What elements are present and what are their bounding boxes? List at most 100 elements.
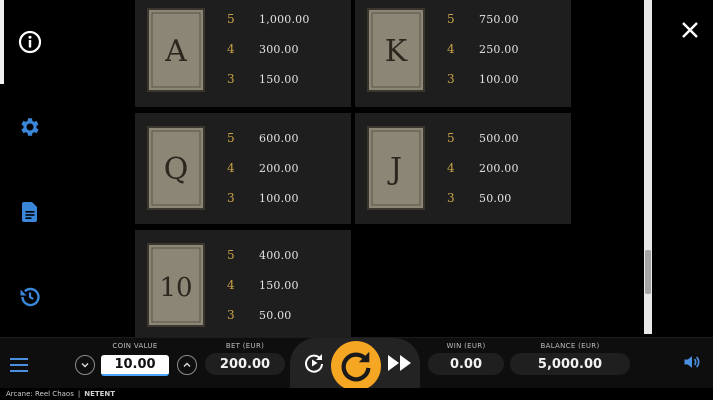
rules-button[interactable]: [14, 196, 46, 228]
pay-row: 5 500.00: [447, 130, 519, 146]
win-label: WIN (EUR): [446, 342, 486, 350]
spin-icon: [341, 351, 371, 382]
speaker-icon: [684, 356, 700, 368]
pay-row: 3 100.00: [227, 190, 299, 206]
pay-count: 3: [447, 191, 455, 205]
footer: Arcane: Reel Chaos | NETENT: [0, 388, 713, 400]
pay-count: 5: [227, 131, 235, 145]
pay-value: 50.00: [259, 308, 292, 322]
pay-count: 3: [227, 308, 235, 322]
hamburger-icon: [10, 358, 28, 372]
pay-value: 1,000.00: [259, 12, 310, 26]
pay-row: 5 750.00: [447, 11, 519, 27]
paytable-card-k: K 5 750.00 4 250.00 3 100.00: [355, 0, 571, 107]
pay-value: 50.00: [479, 191, 512, 205]
pay-count: 3: [447, 72, 455, 86]
brand-name: NETENT: [84, 390, 116, 398]
game-name: Arcane: Reel Chaos: [6, 390, 74, 398]
balance-label: BALANCE (EUR): [540, 342, 600, 350]
sidebar: [0, 0, 60, 340]
pay-value: 250.00: [479, 42, 519, 56]
history-button[interactable]: [14, 281, 46, 313]
chevron-down-icon: [81, 363, 89, 368]
gear-icon: [21, 118, 39, 136]
pay-value: 400.00: [259, 248, 299, 262]
document-icon: [22, 202, 37, 222]
pay-row: 5 600.00: [227, 130, 299, 146]
symbol-j-icon: J: [367, 126, 425, 210]
paytable-card-j: J 5 500.00 4 200.00 3 50.00: [355, 113, 571, 224]
history-icon: [20, 287, 40, 307]
close-button[interactable]: [678, 18, 702, 42]
pay-value: 150.00: [259, 278, 299, 292]
symbol-letter: J: [387, 152, 402, 187]
symbol-letter: A: [164, 34, 187, 69]
pay-count: 3: [227, 72, 235, 86]
paytable-card-q: Q 5 600.00 4 200.00 3 100.00: [135, 113, 351, 224]
menu-button[interactable]: [10, 357, 28, 372]
pay-count: 4: [447, 161, 455, 175]
bet-label: BET (EUR): [225, 342, 265, 350]
pay-value: 750.00: [479, 12, 519, 26]
pay-count: 4: [227, 278, 235, 292]
pay-value: 100.00: [259, 191, 299, 205]
symbol-k-icon: K: [367, 8, 425, 92]
spin-button[interactable]: [331, 341, 381, 391]
paytable-card-a: A 5 1,000.00 4 300.00 3 150.00: [135, 0, 351, 107]
coin-value-label: COIN VALUE: [112, 342, 158, 350]
pay-count: 4: [447, 42, 455, 56]
pay-row: 4 200.00: [227, 160, 299, 176]
pay-value: 100.00: [479, 72, 519, 86]
symbol-q-icon: Q: [147, 126, 205, 210]
coin-increase-button[interactable]: [177, 355, 197, 375]
symbol-letter: K: [385, 34, 408, 69]
pay-row: 4 150.00: [227, 277, 299, 293]
autoplay-button[interactable]: [300, 349, 328, 377]
pay-count: 5: [227, 12, 235, 26]
symbol-letter: 10: [159, 273, 192, 303]
coin-value-input[interactable]: 10.00: [101, 355, 169, 376]
pay-value: 300.00: [259, 42, 299, 56]
pay-row: 5 1,000.00: [227, 11, 310, 27]
info-icon: [18, 30, 42, 54]
symbol-letter: Q: [164, 152, 189, 187]
turbo-button[interactable]: [386, 349, 414, 377]
pay-row: 3 50.00: [227, 307, 292, 323]
pay-count: 4: [227, 161, 235, 175]
pay-row: 4 200.00: [447, 160, 519, 176]
pay-row: 3 100.00: [447, 71, 519, 87]
pay-count: 3: [227, 191, 235, 205]
paytable-card-10: 10 5 400.00 4 150.00 3 50.00: [135, 230, 351, 340]
pay-value: 200.00: [259, 161, 299, 175]
pay-value: 200.00: [479, 161, 519, 175]
autoplay-icon: [305, 354, 323, 373]
control-bar: COIN VALUE 10.00 BET (EUR) 200.00 WIN (E…: [0, 337, 713, 391]
symbol-10-icon: 10: [147, 243, 205, 327]
pay-count: 4: [227, 42, 235, 56]
bet-value[interactable]: 200.00: [205, 353, 285, 375]
pay-count: 5: [447, 131, 455, 145]
pay-row: 3 50.00: [447, 190, 512, 206]
scrollbar-thumb[interactable]: [645, 250, 651, 294]
pay-value: 500.00: [479, 131, 519, 145]
pay-row: 3 150.00: [227, 71, 299, 87]
pay-row: 4 250.00: [447, 41, 519, 57]
close-icon: [682, 22, 698, 38]
pay-value: 150.00: [259, 72, 299, 86]
symbol-a-icon: A: [147, 8, 205, 92]
pay-row: 5 400.00: [227, 247, 299, 263]
footer-separator: |: [77, 390, 81, 398]
paytable: A 5 1,000.00 4 300.00 3 150.00 K 5 750.00 4 2…: [60, 0, 644, 340]
coin-decrease-button[interactable]: [75, 355, 95, 375]
pay-count: 5: [447, 12, 455, 26]
win-value: 0.00: [428, 353, 504, 375]
pay-value: 600.00: [259, 131, 299, 145]
chevron-up-icon: [183, 362, 191, 367]
pay-row: 4 300.00: [227, 41, 299, 57]
sound-button[interactable]: [680, 350, 704, 374]
balance-value: 5,000.00: [510, 353, 630, 375]
sidebar-active-indicator: [0, 0, 4, 84]
info-button[interactable]: [14, 26, 46, 58]
fast-forward-icon: [388, 355, 411, 371]
settings-button[interactable]: [14, 111, 46, 143]
